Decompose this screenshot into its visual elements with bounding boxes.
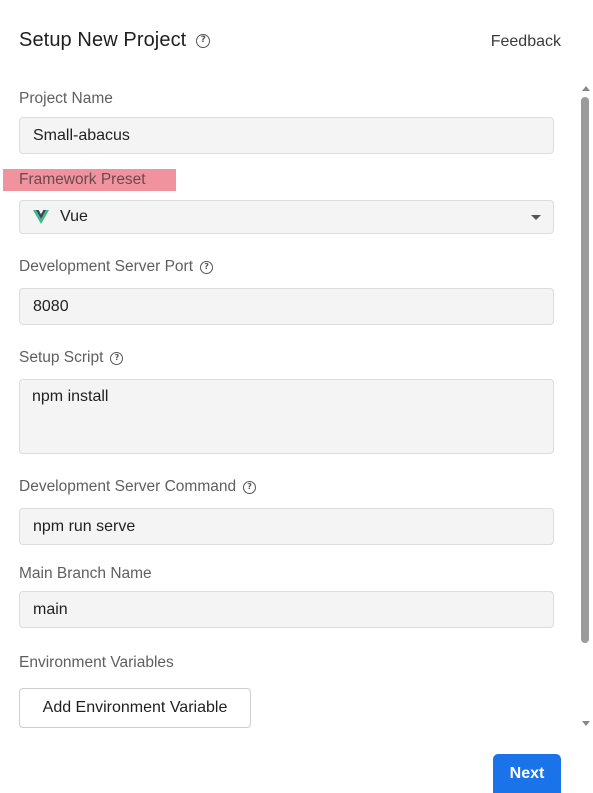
dev-server-port-label-text: Development Server Port <box>19 258 194 275</box>
framework-preset-value: Vue <box>60 208 88 225</box>
page-title-container: Setup New Project ? <box>19 29 211 52</box>
scroll-up-arrow-icon[interactable] <box>582 86 590 91</box>
framework-preset-label-text: Framework Preset <box>19 171 146 188</box>
help-icon[interactable]: ? <box>243 480 257 494</box>
setup-script-label: Setup Script ? <box>19 349 124 367</box>
dev-server-command-label: Development Server Command ? <box>19 478 257 496</box>
setup-script-textarea[interactable]: npm install <box>19 379 554 454</box>
setup-project-dialog: Setup New Project ? Feedback Project Nam… <box>0 0 593 793</box>
main-branch-label-text: Main Branch Name <box>19 565 152 582</box>
dev-server-command-label-text: Development Server Command <box>19 478 237 495</box>
help-icon[interactable]: ? <box>196 33 211 48</box>
project-name-input[interactable] <box>19 117 554 154</box>
setup-script-label-text: Setup Script <box>19 349 104 366</box>
framework-preset-select[interactable]: Vue <box>19 200 554 234</box>
vue-logo-icon <box>33 210 49 224</box>
main-branch-label: Main Branch Name <box>19 565 152 583</box>
dev-server-command-input[interactable] <box>19 508 554 545</box>
next-button[interactable]: Next <box>493 754 561 793</box>
dev-server-port-label: Development Server Port ? <box>19 258 214 276</box>
scrollbar-thumb[interactable] <box>581 97 589 643</box>
help-icon[interactable]: ? <box>200 260 214 274</box>
page-title: Setup New Project <box>19 29 187 51</box>
env-vars-label: Environment Variables <box>19 654 174 672</box>
add-environment-variable-button[interactable]: Add Environment Variable <box>19 688 251 728</box>
help-icon[interactable]: ? <box>110 351 124 365</box>
dev-server-port-input[interactable] <box>19 288 554 325</box>
env-vars-label-text: Environment Variables <box>19 654 174 671</box>
feedback-link[interactable]: Feedback <box>491 33 561 51</box>
project-name-label-text: Project Name <box>19 90 113 107</box>
chevron-down-icon <box>531 215 541 220</box>
scroll-down-arrow-icon[interactable] <box>582 721 590 726</box>
framework-preset-label: Framework Preset <box>3 169 176 191</box>
scrollbar[interactable] <box>580 86 591 726</box>
project-name-label: Project Name <box>19 90 113 108</box>
main-branch-input[interactable] <box>19 591 554 628</box>
